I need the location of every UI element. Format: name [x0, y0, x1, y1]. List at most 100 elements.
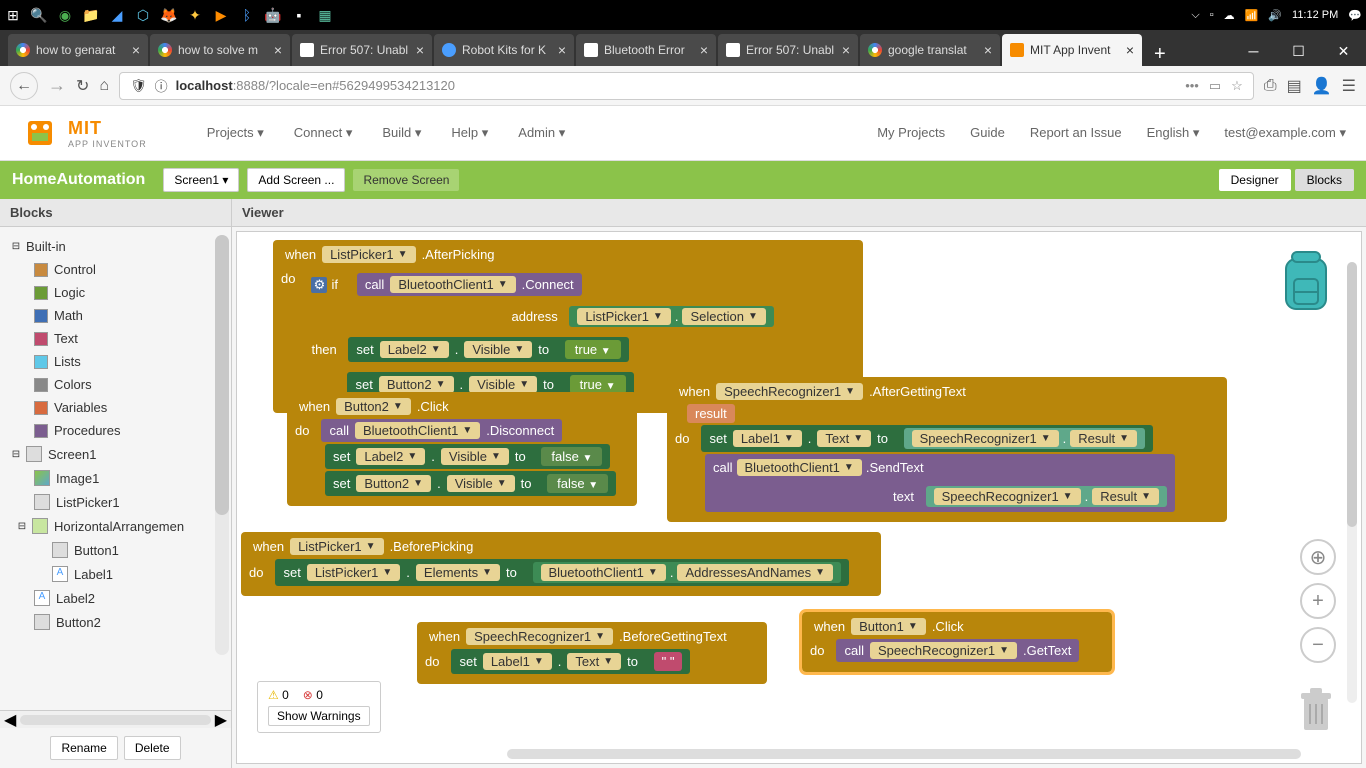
- menu-account[interactable]: test@example.com ▾: [1224, 125, 1346, 141]
- tree-label2[interactable]: ALabel2: [4, 586, 227, 610]
- tab-3[interactable]: Robot Kits for K×: [434, 34, 574, 66]
- close-icon[interactable]: ×: [842, 42, 850, 58]
- zoom-in-button[interactable]: +: [1300, 583, 1336, 619]
- warnings-panel[interactable]: ⚠ 0 ⊗ 0 Show Warnings: [257, 681, 381, 733]
- scroll-right-icon[interactable]: ▶: [215, 710, 227, 730]
- sidebar-icon[interactable]: ▤: [1287, 76, 1302, 96]
- collapse-icon[interactable]: ⊟: [10, 241, 22, 252]
- tray-volume-icon[interactable]: 🔊: [1268, 9, 1282, 22]
- tree-text[interactable]: Text: [4, 327, 227, 350]
- bookmark-star-icon[interactable]: ☆: [1231, 78, 1243, 94]
- explorer-icon[interactable]: 📁: [82, 6, 100, 24]
- tree-builtin[interactable]: ⊟Built-in: [4, 235, 227, 258]
- tree-procedures[interactable]: Procedures: [4, 419, 227, 442]
- bluetooth-icon[interactable]: ᛒ: [238, 6, 256, 24]
- app-icon-1[interactable]: ◉: [56, 6, 74, 24]
- canvas-hscroll[interactable]: [507, 749, 1301, 759]
- close-icon[interactable]: ×: [132, 42, 140, 58]
- link-report[interactable]: Report an Issue: [1030, 125, 1122, 141]
- home-button[interactable]: ⌂: [99, 77, 109, 95]
- back-button[interactable]: ←: [10, 72, 38, 100]
- tab-1[interactable]: how to solve m×: [150, 34, 290, 66]
- logo[interactable]: MIT APP INVENTOR: [20, 113, 147, 153]
- block-beforepicking[interactable]: when ListPicker1▼ .BeforePicking do set …: [241, 532, 881, 596]
- scroll-left-icon[interactable]: ◀: [4, 710, 16, 730]
- tree-button2[interactable]: Button2: [4, 610, 227, 634]
- close-icon[interactable]: ×: [416, 42, 424, 58]
- app-icon-3[interactable]: ⬡: [134, 6, 152, 24]
- tree-label1[interactable]: ALabel1: [4, 562, 227, 586]
- tree-lists[interactable]: Lists: [4, 350, 227, 373]
- tab-2[interactable]: Error 507: Unabl×: [292, 34, 432, 66]
- collapse-icon[interactable]: ⊟: [16, 521, 28, 532]
- menu-admin[interactable]: Admin ▾: [518, 125, 565, 141]
- close-icon[interactable]: ×: [984, 42, 992, 58]
- menu-language[interactable]: English ▾: [1147, 125, 1200, 141]
- block-button1-click[interactable]: when Button1▼ .Click do call SpeechRecog…: [802, 612, 1112, 672]
- tree-image1[interactable]: Image1: [4, 466, 227, 490]
- more-icon[interactable]: •••: [1185, 78, 1199, 94]
- tab-6[interactable]: google translat×: [860, 34, 1000, 66]
- firefox-icon[interactable]: 🦊: [160, 6, 178, 24]
- trash-icon[interactable]: [1296, 688, 1336, 733]
- close-icon[interactable]: ×: [558, 42, 566, 58]
- tray-chevron-icon[interactable]: ⌵: [1191, 9, 1199, 22]
- app-icon-2[interactable]: ◢: [108, 6, 126, 24]
- tree-harrangement[interactable]: ⊟HorizontalArrangemen: [4, 514, 227, 538]
- block-button2-click[interactable]: when Button2▼ .Click do call BluetoothCl…: [287, 392, 637, 506]
- tree-control[interactable]: Control: [4, 258, 227, 281]
- start-icon[interactable]: ⊞: [4, 6, 22, 24]
- tree-button1[interactable]: Button1: [4, 538, 227, 562]
- tray-cloud-icon[interactable]: ☁: [1224, 9, 1235, 22]
- remove-screen-button[interactable]: Remove Screen: [353, 169, 459, 191]
- tree-scrollbar[interactable]: [215, 235, 229, 655]
- tree-logic[interactable]: Logic: [4, 281, 227, 304]
- tab-0[interactable]: how to genarat×: [8, 34, 148, 66]
- library-icon[interactable]: ⎙: [1264, 77, 1277, 95]
- add-screen-button[interactable]: Add Screen ...: [247, 168, 345, 192]
- backpack-icon[interactable]: [1276, 244, 1336, 314]
- app-icon-5[interactable]: ▶: [212, 6, 230, 24]
- search-icon[interactable]: 🔍: [30, 6, 48, 24]
- show-warnings-button[interactable]: Show Warnings: [268, 706, 370, 726]
- close-icon[interactable]: ×: [1126, 42, 1134, 58]
- rename-button[interactable]: Rename: [50, 736, 117, 760]
- app-icon-4[interactable]: ✦: [186, 6, 204, 24]
- android-icon[interactable]: 🤖: [264, 6, 282, 24]
- notifications-icon[interactable]: 💬: [1348, 9, 1362, 22]
- menu-build[interactable]: Build ▾: [382, 125, 421, 141]
- canvas-vscroll[interactable]: [1347, 262, 1357, 703]
- tab-4[interactable]: Bluetooth Error×: [576, 34, 716, 66]
- reload-button[interactable]: ↻: [76, 76, 89, 96]
- delete-button[interactable]: Delete: [124, 736, 181, 760]
- menu-projects[interactable]: Projects ▾: [207, 125, 264, 141]
- app-icon-6[interactable]: ▦: [316, 6, 334, 24]
- menu-icon[interactable]: ☰: [1342, 76, 1356, 96]
- close-icon[interactable]: ×: [700, 42, 708, 58]
- forward-button[interactable]: →: [48, 75, 66, 96]
- zoom-center-button[interactable]: ⊕: [1300, 539, 1336, 575]
- gear-icon[interactable]: ⚙: [311, 277, 327, 293]
- tree-math[interactable]: Math: [4, 304, 227, 327]
- blocks-canvas[interactable]: when ListPicker1▼ .AfterPicking do ⚙ if …: [236, 231, 1362, 764]
- blocks-toggle[interactable]: Blocks: [1295, 169, 1354, 191]
- close-icon[interactable]: ×: [274, 42, 282, 58]
- close-window-button[interactable]: ✕: [1321, 36, 1366, 66]
- tree-hscroll[interactable]: ◀▶: [0, 710, 231, 728]
- account-icon[interactable]: 👤: [1312, 76, 1332, 96]
- tree-colors[interactable]: Colors: [4, 373, 227, 396]
- zoom-out-button[interactable]: −: [1300, 627, 1336, 663]
- url-input[interactable]: 🛡 ⓘ localhost:8888/?locale=en#5629499534…: [119, 72, 1254, 100]
- container-icon[interactable]: ▭: [1209, 78, 1221, 94]
- tree-variables[interactable]: Variables: [4, 396, 227, 419]
- tree-listpicker1[interactable]: ListPicker1: [4, 490, 227, 514]
- tab-7[interactable]: MIT App Invent×: [1002, 34, 1142, 66]
- link-myprojects[interactable]: My Projects: [877, 125, 945, 141]
- terminal-icon[interactable]: ▪: [290, 6, 308, 24]
- screen-selector[interactable]: Screen1 ▾: [163, 168, 239, 192]
- new-tab-button[interactable]: +: [1144, 43, 1176, 66]
- tree-screen1[interactable]: ⊟Screen1: [4, 442, 227, 466]
- tray-icon-1[interactable]: ▫: [1210, 9, 1214, 21]
- maximize-button[interactable]: ☐: [1276, 36, 1321, 66]
- link-guide[interactable]: Guide: [970, 125, 1005, 141]
